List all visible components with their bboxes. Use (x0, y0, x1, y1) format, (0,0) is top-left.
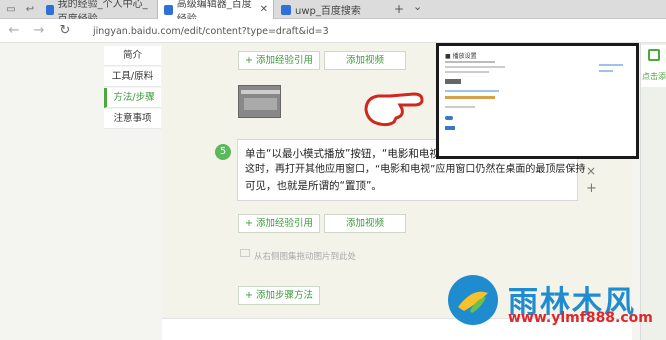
back-tabs-icon[interactable]: ↩ (22, 2, 38, 18)
add-experience-ref-button[interactable]: + 添加经验引用 (238, 51, 320, 70)
add-step-below-icon[interactable]: + (586, 181, 597, 196)
step-text-line: 可见，也就是所谓的“置顶”。 (245, 180, 382, 192)
add-step-button[interactable]: + 添加步骤方法 (238, 286, 320, 305)
baidu-favicon-icon (281, 4, 291, 15)
add-experience-ref-button-2[interactable]: + 添加经验引用 (238, 214, 320, 233)
right-panel (640, 43, 666, 340)
step-number-badge: 5 (215, 144, 231, 160)
nav-item-intro[interactable]: 简介 (104, 46, 161, 66)
back-arrow-icon[interactable]: ← (6, 23, 22, 39)
tab-label: uwp_百度搜索 (295, 6, 361, 17)
add-image-panel-button[interactable]: 点击添 (641, 45, 666, 87)
popup-title: ■ 播放设置 (445, 53, 477, 60)
upload-hint: 从右侧图集拖动图片到此处 (254, 252, 357, 262)
tab-advanced-editor[interactable]: 高级编辑器_百度经验 ✕ (157, 0, 274, 25)
nav-item-tools[interactable]: 工具/原料 (104, 67, 161, 87)
baidu-favicon-icon (164, 4, 173, 15)
pointing-hand-icon (364, 92, 424, 127)
delete-step-icon[interactable]: × (586, 164, 596, 178)
nav-item-notes[interactable]: 注意事项 (104, 109, 161, 129)
close-tab-icon[interactable]: ✕ (260, 4, 268, 15)
tab-list-button[interactable]: ⌄ (413, 0, 422, 13)
rail-label: 点击添 (642, 72, 666, 81)
step-text-line: 这时，再打开其他应用窗口，“电影和电视”应用窗口仍然在桌面的最顶层保持 (245, 164, 586, 175)
image-add-icon (648, 49, 660, 61)
settings-preview-window: ■ 播放设置 (436, 43, 639, 159)
image-placeholder-icon (240, 249, 250, 257)
step-image-thumbnail[interactable] (238, 85, 281, 118)
add-video-button-2[interactable]: 添加视频 (324, 214, 406, 233)
baidu-favicon-icon (46, 4, 54, 15)
refresh-icon[interactable]: ↻ (57, 23, 73, 39)
url-field[interactable]: jingyan.baidu.com/edit/content?type=draf… (93, 26, 329, 37)
new-tab-button[interactable]: + (394, 2, 404, 16)
watermark-logo-icon (448, 275, 498, 325)
tab-preview-icon[interactable]: ▭ (3, 2, 19, 18)
nav-item-steps[interactable]: 方法/步骤 (104, 88, 161, 108)
tab-my-experience[interactable]: 我的经验_个人中心_百度经验 (40, 0, 157, 25)
watermark-url: www.ylmf888.com (508, 310, 653, 326)
tab-uwp-search[interactable]: uwp_百度搜索 (275, 0, 387, 19)
add-video-button[interactable]: 添加视频 (324, 51, 406, 70)
forward-arrow-icon[interactable]: → (31, 23, 47, 39)
